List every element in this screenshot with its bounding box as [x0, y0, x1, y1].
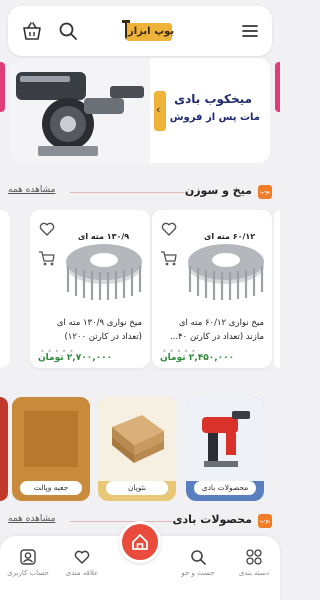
product-card[interactable]: ۱۳۰/۹ مته ای میخ نواری ۱۳۰/۹ مته ای (تعد…	[30, 210, 150, 368]
section-title: محصولات بادی	[172, 513, 252, 526]
heart-icon	[74, 550, 90, 564]
user-profile-icon	[20, 549, 36, 565]
product-name: میخ نواری ۶۰/۱۲ مته ای مازند (تعداد در ک…	[160, 316, 264, 344]
product-card-partial-left[interactable]	[0, 210, 10, 368]
pallet-box-image	[12, 397, 90, 481]
grid-categories-icon	[246, 549, 262, 565]
brand-logo[interactable]: یوپ ابزار	[116, 17, 178, 45]
tab-search[interactable]: جست و جو	[170, 548, 226, 588]
tab-categories[interactable]: دسته بندی	[226, 548, 282, 588]
nailer-machine-image	[10, 58, 150, 163]
product-price: ۲,۷۰۰,۰۰۰ تومان	[38, 353, 113, 363]
banner-title: میخکوب بادی	[174, 92, 252, 106]
category-card[interactable]: جعبه وپالت	[12, 397, 90, 501]
add-to-cart-icon[interactable]	[160, 250, 178, 266]
tab-label: جست و جو	[181, 569, 215, 577]
section-badge: یوپ	[258, 185, 272, 199]
product-size-label: ۶۰/۱۲ مته ای	[204, 232, 256, 241]
category-card[interactable]: نئوپان	[98, 397, 176, 501]
category-card[interactable]: محصولات بادی	[186, 397, 264, 501]
favorite-heart-icon[interactable]	[160, 220, 178, 238]
product-card[interactable]: ۶۰/۱۲ مته ای میخ نواری ۶۰/۱۲ مته ای مازن…	[152, 210, 272, 368]
product-name-line1: میخ نواری ۱۳۰/۹ مته ای	[56, 318, 142, 328]
product-price: ۲,۴۵۰,۰۰۰ تومان	[160, 353, 235, 363]
section-divider	[70, 192, 184, 193]
product-size-label: ۱۳۰/۹ مته ای	[78, 232, 130, 241]
app-header: یوپ ابزار	[8, 6, 272, 56]
product-name-line2: مازند (تعداد در کارتن ۴۰...	[170, 332, 264, 342]
product-card-partial-right[interactable]	[274, 210, 280, 368]
section-header-nails: یوپ میخ و سوزن مشاهده همه	[8, 183, 272, 203]
tab-favorites[interactable]: علاقه مندی	[54, 548, 110, 588]
banner-arrow: ‹	[156, 103, 161, 116]
search-icon	[191, 550, 206, 565]
product-name-line1: میخ نواری ۶۰/۱۲ مته ای	[178, 318, 264, 328]
search-icon[interactable]	[56, 19, 80, 43]
category-label: جعبه وپالت	[20, 481, 82, 495]
product-name: میخ نواری ۱۳۰/۹ مته ای (تعداد در کارتن ۱…	[38, 316, 142, 344]
home-button[interactable]	[119, 521, 161, 563]
tab-account[interactable]: حساب کاربری	[0, 548, 56, 588]
section-title: میخ و سوزن	[184, 184, 252, 197]
prev-slide-edge[interactable]	[0, 62, 5, 112]
banner-arrow-tab[interactable]: ‹	[154, 91, 166, 131]
product-name-line2: (تعداد در کارتن ۱۲۰۰)	[64, 332, 142, 342]
section-divider	[70, 521, 172, 522]
tab-label: علاقه مندی	[65, 569, 99, 577]
category-label: نئوپان	[106, 481, 168, 495]
home-icon	[132, 534, 148, 550]
add-to-cart-icon[interactable]	[38, 250, 56, 266]
shopping-basket-icon[interactable]	[20, 19, 44, 43]
next-slide-edge[interactable]	[275, 62, 280, 112]
banner-subtitle: مات پس از فروش	[169, 112, 260, 123]
logo-text: یوپ ابزار	[128, 26, 175, 37]
see-all-link[interactable]: مشاهده همه	[8, 514, 55, 524]
hamburger-menu-icon[interactable]	[238, 19, 262, 43]
section-badge: یوپ	[258, 514, 272, 528]
see-all-link[interactable]: مشاهده همه	[8, 185, 55, 195]
category-card-partial[interactable]	[0, 397, 8, 501]
chipboard-image	[98, 397, 176, 481]
promo-banner[interactable]: ‹ میخکوب بادی مات پس از فروش	[10, 58, 270, 163]
category-label: محصولات بادی	[194, 481, 256, 495]
tab-label: حساب کاربری	[7, 569, 49, 577]
tab-label: دسته بندی	[238, 569, 270, 577]
favorite-heart-icon[interactable]	[38, 220, 56, 238]
pneumatic-tool-image	[186, 397, 264, 481]
